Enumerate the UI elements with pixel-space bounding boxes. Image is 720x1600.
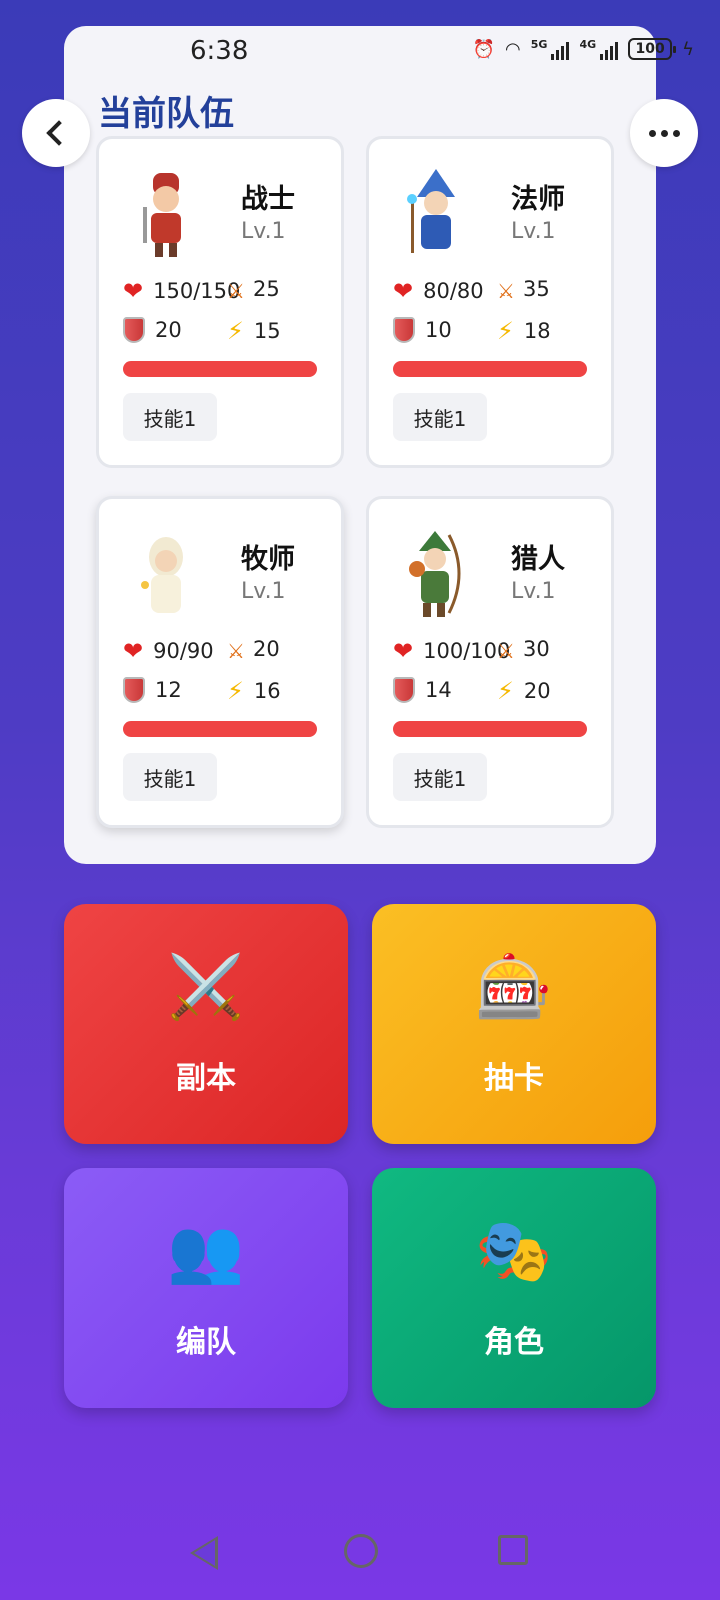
def-value: 20 xyxy=(155,318,182,342)
battery-icon: 100 xyxy=(628,38,677,60)
gacha-button[interactable]: 🎰 抽卡 xyxy=(372,904,656,1144)
spd-value: 16 xyxy=(253,679,281,703)
hp-value: 80/80 xyxy=(423,279,484,303)
hero-level: Lv.1 xyxy=(511,219,556,244)
skill-tag[interactable]: 技能1 xyxy=(123,393,217,441)
team-title: 当前队伍 xyxy=(98,94,234,134)
heart-icon: ❤ xyxy=(393,277,414,305)
bolt-icon: ⚡ xyxy=(497,677,514,705)
back-button[interactable] xyxy=(22,99,90,167)
hp-value: 90/90 xyxy=(153,639,214,663)
hero-level: Lv.1 xyxy=(241,579,286,604)
shield-icon xyxy=(393,317,415,343)
status-icons: ⏰ ◠ 5G 4G 100 ϟ xyxy=(473,38,694,60)
spd-stat: ⚡ 16 xyxy=(227,677,281,705)
spd-stat: ⚡ 18 xyxy=(497,317,551,345)
hero-card-hunter[interactable]: 猎人 Lv.1 ❤ 100/100 ⚔ 30 14 ⚡ 20 技能1 xyxy=(366,496,614,828)
hp-bar xyxy=(393,361,587,377)
atk-value: 30 xyxy=(523,637,550,661)
hero-name: 猎人 xyxy=(511,544,565,575)
bolt-icon: ⚡ xyxy=(227,677,244,705)
bolt-icon: ⚡ xyxy=(497,317,514,345)
crossed-swords-icon: ⚔️ xyxy=(167,950,245,1023)
def-stat: 10 xyxy=(393,317,452,343)
skill-tag[interactable]: 技能1 xyxy=(393,753,487,801)
hp-bar xyxy=(123,721,317,737)
hero-level: Lv.1 xyxy=(511,579,556,604)
nav-back-icon[interactable] xyxy=(190,1536,218,1570)
hp-bar xyxy=(123,361,317,377)
hp-stat: ❤ 90/90 xyxy=(123,637,214,665)
spd-value: 18 xyxy=(523,319,551,343)
dungeon-button[interactable]: ⚔️ 副本 xyxy=(64,904,348,1144)
heart-icon: ❤ xyxy=(123,637,144,665)
heart-icon: ❤ xyxy=(393,637,414,665)
users-icon: 👥 xyxy=(167,1214,245,1287)
atk-value: 20 xyxy=(253,637,280,661)
nav-home-icon[interactable] xyxy=(344,1534,378,1568)
roles-label: 角色 xyxy=(484,1325,544,1360)
status-bar: 6:38 ⏰ ◠ 5G 4G 100 ϟ xyxy=(0,0,720,66)
warrior-portrait xyxy=(143,173,181,257)
bolt-icon: ⚡ xyxy=(227,317,244,345)
sword-icon: ⚔ xyxy=(227,279,245,303)
hero-name: 法师 xyxy=(511,184,565,215)
hp-stat: ❤ 100/100 xyxy=(393,637,510,665)
hero-name: 牧师 xyxy=(241,544,295,575)
sword-icon: ⚔ xyxy=(227,639,245,663)
wifi-icon: ◠ xyxy=(505,38,521,60)
hero-card-priest[interactable]: 牧师 Lv.1 ❤ 90/90 ⚔ 20 12 ⚡ 16 技能1 xyxy=(96,496,344,828)
system-nav-bar xyxy=(0,1520,720,1600)
hero-name: 战士 xyxy=(241,184,295,215)
hp-stat: ❤ 150/150 xyxy=(123,277,240,305)
shield-icon xyxy=(123,677,145,703)
sword-icon: ⚔ xyxy=(497,639,515,663)
theater-masks-icon: 🎭 xyxy=(475,1214,553,1287)
hp-bar xyxy=(393,721,587,737)
def-stat: 12 xyxy=(123,677,182,703)
skill-tag[interactable]: 技能1 xyxy=(393,393,487,441)
gacha-label: 抽卡 xyxy=(484,1061,544,1096)
shield-icon xyxy=(123,317,145,343)
hunter-portrait xyxy=(409,531,461,617)
more-dots-icon xyxy=(648,129,680,137)
heart-icon: ❤ xyxy=(123,277,144,305)
def-value: 10 xyxy=(425,318,452,342)
slot-machine-icon: 🎰 xyxy=(475,950,553,1023)
charging-icon: ϟ xyxy=(682,38,694,60)
skill-tag[interactable]: 技能1 xyxy=(123,753,217,801)
spd-stat: ⚡ 15 xyxy=(227,317,281,345)
signal-5g-icon: 5G xyxy=(531,38,570,60)
spd-stat: ⚡ 20 xyxy=(497,677,551,705)
formation-button[interactable]: 👥 编队 xyxy=(64,1168,348,1408)
roles-button[interactable]: 🎭 角色 xyxy=(372,1168,656,1408)
priest-portrait xyxy=(141,537,183,613)
more-button[interactable] xyxy=(630,99,698,167)
team-panel: 当前队伍 战士 Lv.1 ❤ 150/150 ⚔ 25 20 ⚡ 15 技能1 xyxy=(64,26,656,864)
shield-icon xyxy=(393,677,415,703)
dungeon-label: 副本 xyxy=(176,1061,236,1096)
hero-level: Lv.1 xyxy=(241,219,286,244)
def-stat: 14 xyxy=(393,677,452,703)
spd-value: 15 xyxy=(253,319,281,343)
def-value: 14 xyxy=(425,678,452,702)
mage-portrait xyxy=(407,169,455,253)
atk-value: 35 xyxy=(523,277,550,301)
nav-recents-icon[interactable] xyxy=(498,1535,528,1565)
spd-value: 20 xyxy=(523,679,551,703)
status-time: 6:38 xyxy=(190,36,249,66)
hero-card-mage[interactable]: 法师 Lv.1 ❤ 80/80 ⚔ 35 10 ⚡ 18 技能1 xyxy=(366,136,614,468)
chevron-left-icon xyxy=(46,120,72,146)
atk-value: 25 xyxy=(253,277,280,301)
hero-card-warrior[interactable]: 战士 Lv.1 ❤ 150/150 ⚔ 25 20 ⚡ 15 技能1 xyxy=(96,136,344,468)
sword-icon: ⚔ xyxy=(497,279,515,303)
formation-label: 编队 xyxy=(176,1325,236,1360)
alarm-icon: ⏰ xyxy=(472,38,496,60)
signal-4g-icon: 4G xyxy=(579,38,619,60)
hp-stat: ❤ 80/80 xyxy=(393,277,484,305)
def-value: 12 xyxy=(155,678,182,702)
def-stat: 20 xyxy=(123,317,182,343)
